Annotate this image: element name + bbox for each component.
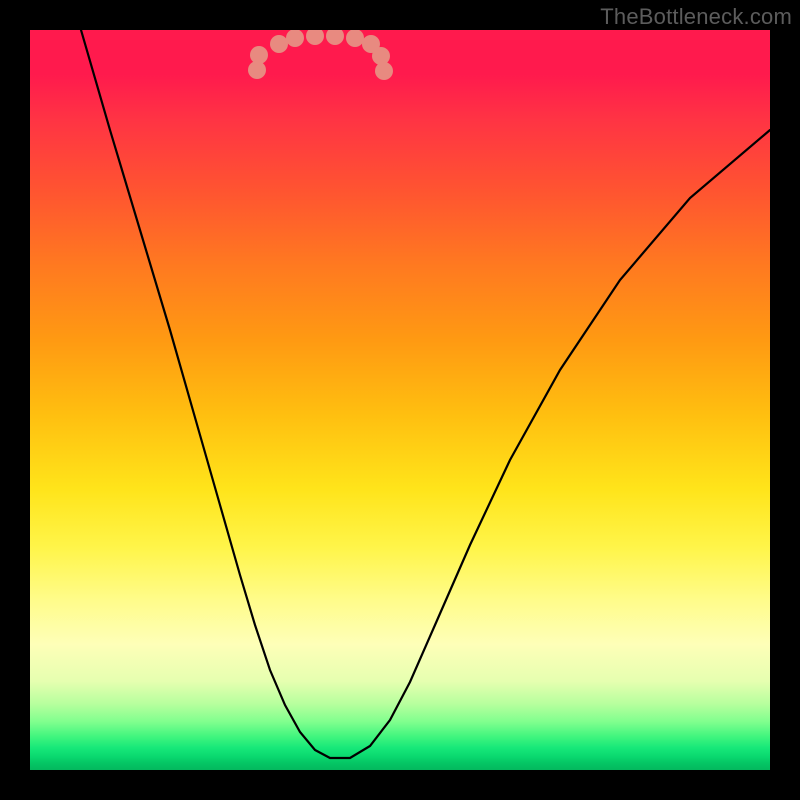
marker-dot bbox=[270, 35, 288, 53]
salmon-markers bbox=[248, 30, 393, 80]
curve-svg bbox=[30, 30, 770, 770]
marker-dot bbox=[346, 30, 364, 47]
chart-frame: TheBottleneck.com bbox=[0, 0, 800, 800]
marker-dot bbox=[375, 62, 393, 80]
bottleneck-curve bbox=[81, 30, 770, 758]
marker-dot bbox=[286, 30, 304, 47]
plot-area bbox=[30, 30, 770, 770]
marker-dot bbox=[250, 46, 268, 64]
marker-dot bbox=[372, 47, 390, 65]
marker-dot bbox=[306, 30, 324, 45]
marker-dot bbox=[326, 30, 344, 45]
watermark-text: TheBottleneck.com bbox=[600, 4, 792, 30]
